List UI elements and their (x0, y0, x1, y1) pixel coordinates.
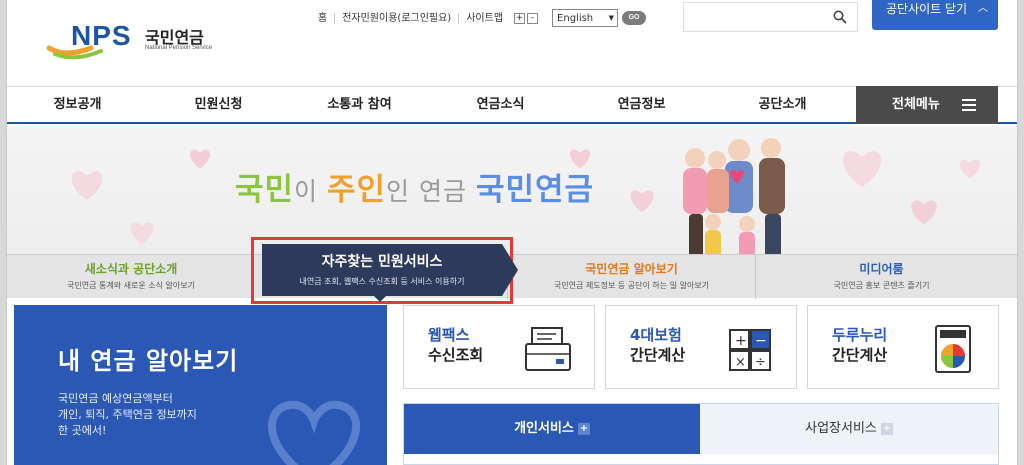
my-pension-desc-line: 한 곳에서! (58, 424, 107, 437)
nav-item-info-disclosure[interactable]: 정보공개 (7, 87, 148, 122)
logo-nps-text: NPS (71, 20, 132, 51)
logo-english-text: National Pension Service (145, 45, 213, 51)
svg-text:+: + (735, 333, 747, 349)
home-link[interactable]: 홈 (311, 12, 336, 24)
tab-subtitle: 국민연금 통계와 새로운 소식 알아보기 (67, 281, 195, 290)
tab-subtitle: 국민연금 제도정보 등 공단이 하는 일 알아보기 (553, 281, 710, 290)
heart-decoration-icon (71, 171, 103, 200)
e-civil-service-link[interactable]: 전자민원이용(로그인필요) (335, 12, 460, 24)
slogan-part-2: 이 (294, 177, 327, 206)
tab-title: 새소식과 공단소개 (84, 262, 178, 276)
my-pension-title: 내 연금 알아보기 (58, 347, 239, 375)
tab-personal-service[interactable]: 개인서비스 + (404, 404, 700, 454)
go-button[interactable]: GO (622, 11, 647, 25)
tab-media-room[interactable]: 미디어룸 국민연금 홍보 콘텐츠 즐기기 (755, 255, 1007, 299)
heart-decoration-icon (842, 151, 882, 187)
language-select[interactable]: English ▼ (552, 9, 619, 27)
durunuri-calculator-icon (935, 325, 971, 373)
tab-subtitle: 국민연금 홍보 콘텐츠 즐기기 (833, 281, 930, 290)
tab-title: 미디어룸 (859, 262, 904, 276)
slogan-part-4: 인 연금 (386, 177, 476, 206)
nav-item-pension-info[interactable]: 연금정보 (571, 87, 712, 122)
chevron-down-icon: ▼ (608, 14, 615, 22)
card-subtitle: 간단계산 (630, 346, 686, 364)
font-increase-button[interactable]: + (514, 12, 526, 24)
all-menu-label: 전체메뉴 (892, 97, 940, 112)
heart-decoration-icon (911, 200, 937, 225)
svg-text:÷: ÷ (755, 355, 766, 370)
font-size-controls: + - (514, 12, 539, 24)
slogan-part-3: 주인 (327, 172, 387, 208)
svg-text:×: × (735, 355, 746, 370)
calculator-icon: + − × ÷ (729, 329, 771, 371)
hamburger-icon (962, 99, 976, 111)
tab-business-label: 사업장서비스 (805, 421, 877, 436)
slogan-part-1: 국민 (235, 172, 295, 208)
heart-decoration-icon (190, 149, 210, 169)
webfax-card[interactable]: 웹팩스 수신조회 (403, 305, 595, 389)
plus-icon: + (577, 422, 590, 435)
tab-title: 국민연금 알아보기 (585, 262, 678, 276)
language-select-value: English (557, 12, 594, 24)
nav-item-communication[interactable]: 소통과 참여 (289, 87, 430, 122)
font-decrease-button[interactable]: - (527, 12, 539, 24)
search-icon[interactable] (833, 10, 847, 24)
card-title: 웹팩스 (428, 326, 470, 344)
four-insurances-card[interactable]: 4대보험 간단계산 + − × ÷ (605, 305, 797, 389)
search-input[interactable] (683, 2, 858, 32)
heart-decoration-icon (960, 159, 980, 179)
heart-decoration-icon (130, 222, 154, 244)
tab-news-about[interactable]: 새소식과 공단소개 국민연금 통계와 새로운 소식 알아보기 (7, 255, 255, 299)
card-title: 4대보험 (630, 326, 682, 344)
highlighted-tab-outline: 자주찾는 민원서비스 내연금 조회, 웹팩스 수신조회 등 서비스 이용하기 (251, 237, 518, 304)
site-header: NPS 국민연금 National Pension Service 홈 전자민원… (7, 0, 1017, 86)
tab-learn-pension[interactable]: 국민연금 알아보기 국민연금 제도정보 등 공단이 하는 일 알아보기 (507, 255, 755, 299)
service-tabs: 개인서비스 + 사업장서비스 + (403, 403, 999, 465)
close-site-button[interactable]: 공단사이트 닫기 ︿ (872, 0, 998, 30)
my-pension-desc-line: 국민연금 예상연금액부터 (58, 392, 173, 405)
sitemap-link[interactable]: 사이트맵 (459, 13, 510, 24)
tab-personal-label: 개인서비스 (514, 421, 574, 436)
card-title: 두루누리 (832, 326, 888, 344)
durunuri-card[interactable]: 두루누리 간단계산 (807, 305, 999, 389)
nav-item-civil-request[interactable]: 민원신청 (148, 87, 289, 122)
nav-item-pension-news[interactable]: 연금소식 (430, 87, 571, 122)
banner-slogan: 국민이 주인인 연금 국민연금 (235, 164, 594, 209)
utility-links: 홈 전자민원이용(로그인필요) 사이트맵 + - English ▼ GO (311, 9, 647, 27)
my-pension-desc-line: 개인, 퇴직, 주택연금 정보까지 (58, 408, 197, 421)
tab-frequent-services[interactable]: 자주찾는 민원서비스 내연금 조회, 웹팩스 수신조회 등 서비스 이용하기 (262, 244, 518, 302)
svg-text:−: − (755, 333, 767, 349)
my-pension-panel[interactable]: 내 연금 알아보기 국민연금 예상연금액부터 개인, 퇴직, 주택연금 정보까지… (14, 305, 387, 465)
all-menu-button[interactable]: 전체메뉴 (856, 86, 998, 124)
family-illustration (683, 138, 785, 258)
plus-icon: + (880, 422, 893, 435)
card-subtitle: 간단계산 (832, 346, 888, 364)
close-site-label: 공단사이트 닫기 (886, 2, 968, 16)
nav-item-about[interactable]: 공단소개 (712, 87, 853, 122)
heart-decoration-icon (630, 190, 654, 212)
card-subtitle: 수신조회 (428, 346, 484, 364)
my-pension-description: 국민연금 예상연금액부터 개인, 퇴직, 주택연금 정보까지 한 곳에서! (58, 391, 278, 439)
tab-business-service[interactable]: 사업장서비스 + (700, 404, 998, 454)
browser-page: NPS 국민연금 National Pension Service 홈 전자민원… (6, 0, 1018, 465)
tab-subtitle: 내연금 조회, 웹팩스 수신조회 등 서비스 이용하기 (299, 277, 465, 286)
chevron-up-icon: ︿ (978, 3, 988, 14)
tab-title: 자주찾는 민원서비스 (321, 254, 443, 270)
fax-icon (525, 327, 571, 371)
slogan-part-5: 국민연금 (475, 172, 595, 208)
nps-logo[interactable]: NPS 국민연금 National Pension Service (45, 18, 220, 63)
main-navigation: 정보공개 민원신청 소통과 참여 연금소식 연금정보 공단소개 전체메뉴 (7, 86, 1017, 124)
